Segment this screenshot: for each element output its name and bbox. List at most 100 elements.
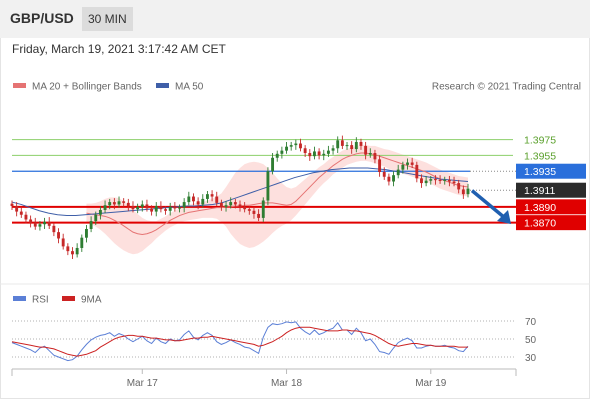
candle-body — [313, 151, 316, 157]
candle-body — [285, 146, 288, 151]
candle-body — [447, 179, 451, 182]
candle-body — [117, 201, 121, 205]
x-tick-label: Mar 19 — [415, 378, 447, 389]
candle-body — [38, 224, 42, 227]
candle-body — [257, 213, 261, 218]
candle-body — [378, 159, 382, 173]
level-labels: 1.3975 1.3955 1.3935 1.3911 1.3890 1.3870 — [516, 135, 586, 231]
candle-body — [154, 206, 158, 212]
candle-body — [66, 246, 70, 252]
rsi-tick-label: 70 — [525, 317, 537, 328]
candle-body — [61, 238, 65, 247]
candle-body — [289, 145, 293, 147]
candle-body — [168, 206, 172, 211]
candle-body — [433, 179, 437, 181]
candle-body — [85, 228, 88, 238]
candle-body — [247, 209, 251, 211]
candle-body — [266, 171, 270, 201]
rsi-legend-swatch — [13, 296, 26, 301]
candle-body — [150, 208, 154, 212]
x-axis: Mar 17 Mar 18 Mar 19 — [11, 368, 517, 389]
candle-body — [192, 196, 195, 202]
x-tick-label: Mar 18 — [271, 378, 303, 389]
candle-body — [396, 169, 400, 176]
candle-body — [340, 140, 344, 146]
candle-body — [322, 153, 326, 156]
candle-body — [136, 206, 140, 210]
candle-body — [382, 172, 386, 177]
candle-body — [261, 200, 265, 218]
candle-body — [103, 205, 107, 210]
candle-body — [443, 179, 447, 181]
candle-body — [331, 148, 335, 151]
candle-body — [452, 181, 456, 184]
candle-body — [392, 175, 395, 182]
candle-body — [122, 201, 126, 203]
candle-body — [387, 176, 391, 182]
candle-body — [43, 221, 47, 225]
x-tick-label: Mar 17 — [127, 378, 159, 389]
candle-body — [271, 157, 275, 172]
candle-body — [415, 164, 419, 179]
candle-body — [457, 183, 461, 190]
candle-body — [29, 219, 33, 223]
support-label: 1.3870 — [524, 218, 556, 230]
candle-body — [80, 237, 84, 248]
candle-body — [89, 221, 93, 229]
candle-body — [461, 189, 465, 195]
rsi-tick-label: 50 — [525, 335, 537, 346]
rsi-legend: RSI 9MA — [13, 295, 102, 306]
resistance-label: 1.3975 — [524, 135, 556, 147]
candle-body — [210, 194, 214, 197]
ma20-legend-label: MA 20 + Bollinger Bands — [32, 82, 142, 93]
candle-body — [368, 153, 372, 155]
candle-body — [19, 211, 23, 215]
candle-body — [131, 206, 135, 210]
candle-body — [308, 153, 312, 157]
candle-body — [438, 179, 442, 181]
candle-body — [466, 188, 470, 195]
candle-body — [229, 202, 233, 206]
candle-body — [57, 232, 60, 239]
candle-body — [201, 198, 205, 205]
rsi-tick-label: 30 — [525, 353, 537, 364]
candle-body — [317, 151, 321, 156]
candle-body — [219, 202, 223, 207]
rsi-panel: 70 50 30 — [11, 317, 537, 364]
candle-body — [173, 206, 177, 209]
copyright-label: Research © 2021 Trading Central — [432, 82, 581, 93]
legend: MA 20 + Bollinger Bands MA 50 Research ©… — [13, 82, 581, 93]
ma50-legend-label: MA 50 — [175, 82, 204, 93]
candle-body — [187, 196, 191, 203]
forecast-arrow-shaft — [470, 189, 507, 220]
candle-body — [359, 141, 363, 146]
candle-body — [364, 145, 368, 155]
candle-body — [94, 214, 98, 222]
candle-body — [112, 202, 116, 205]
candle-body — [182, 202, 186, 208]
price-chart: MA 20 + Bollinger Bands MA 50 Research ©… — [0, 82, 590, 389]
candle-body — [71, 251, 74, 255]
candle-body — [33, 222, 37, 227]
candle-body — [205, 194, 209, 199]
candle-body — [294, 143, 298, 146]
candle-body — [238, 204, 242, 207]
candle-body — [52, 225, 56, 233]
candle-body — [336, 140, 340, 149]
candle-body — [406, 162, 409, 165]
support-label: 1.3890 — [524, 202, 556, 214]
candle-body — [98, 209, 102, 215]
candle-body — [350, 145, 354, 150]
ma20-legend-swatch — [13, 83, 26, 88]
candle-body — [243, 206, 247, 210]
candle-body — [326, 150, 330, 154]
candle-body — [24, 214, 28, 220]
resistance-label: 1.3955 — [524, 150, 556, 162]
candle-body — [196, 201, 200, 205]
candle-body — [159, 206, 163, 210]
candle-body — [10, 203, 14, 207]
candle-body — [354, 141, 358, 150]
candle-body — [140, 204, 144, 207]
ma50-legend-swatch — [156, 83, 169, 88]
candle-body — [233, 202, 237, 205]
